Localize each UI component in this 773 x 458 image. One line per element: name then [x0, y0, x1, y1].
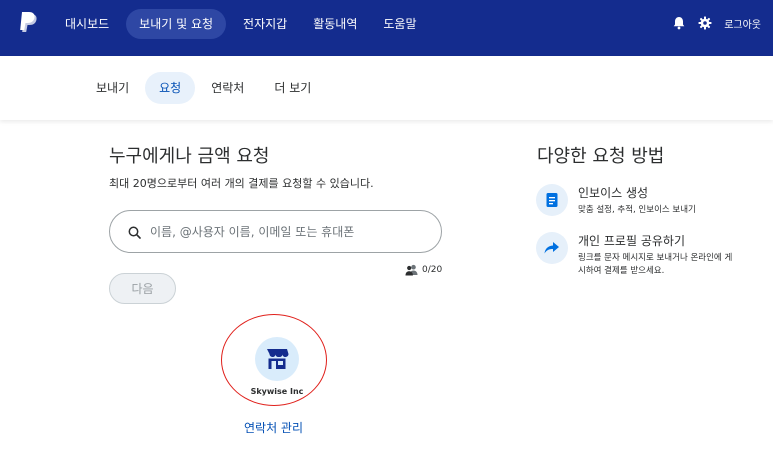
nav-activity[interactable]: 활동내역 — [300, 9, 370, 39]
option-label: 인보이스 생성 — [578, 186, 649, 200]
option-create-invoice[interactable]: 인보이스 생성 맞춤 설정, 추적, 인보이스 보내기 — [536, 184, 738, 217]
nav-wallet[interactable]: 전자지갑 — [230, 9, 300, 39]
search-icon — [128, 226, 141, 239]
tab-request[interactable]: 요청 — [145, 72, 196, 104]
tab-contacts[interactable]: 연락처 — [197, 72, 258, 104]
share-icon-circle — [536, 232, 568, 264]
invoice-icon — [546, 193, 558, 207]
sub-navigation: 보내기 요청 연락처 더 보기 — [0, 56, 773, 120]
option-description: 맞춤 설정, 추적, 인보이스 보내기 — [578, 205, 696, 215]
recipient-counter: 0/20 — [405, 264, 442, 276]
gear-icon[interactable] — [698, 16, 712, 30]
recipient-search-input[interactable] — [150, 221, 430, 243]
option-label: 개인 프로필 공유하기 — [578, 234, 685, 248]
nav-send-request[interactable]: 보내기 및 요청 — [126, 9, 227, 39]
top-navigation-bar: 대시보드 보내기 및 요청 전자지갑 활동내역 도움말 로그아웃 — [0, 0, 773, 56]
page-title: 누구에게나 금액 요청 — [109, 146, 270, 167]
option-share-profile[interactable]: 개인 프로필 공유하기 링크를 문자 메시지로 보내거나 온라인에 게시하여 결… — [536, 232, 738, 278]
recipient-count: 0/20 — [422, 265, 443, 275]
bell-icon[interactable] — [672, 16, 686, 30]
page-subtitle: 최대 20명으로부터 여러 개의 결제를 요청할 수 있습니다. — [109, 177, 374, 190]
side-title: 다양한 요청 방법 — [537, 146, 665, 167]
next-button[interactable]: 다음 — [109, 273, 176, 304]
paypal-logo-icon[interactable] — [19, 12, 39, 36]
main-nav: 대시보드 보내기 및 요청 전자지갑 활동내역 도움말 — [52, 9, 430, 39]
nav-help[interactable]: 도움말 — [370, 9, 429, 39]
recipient-search-box[interactable] — [109, 210, 442, 253]
tab-more[interactable]: 더 보기 — [260, 72, 325, 104]
people-icon — [405, 264, 418, 276]
share-arrow-icon — [544, 242, 559, 254]
tab-send[interactable]: 보내기 — [82, 72, 143, 104]
annotation-circle — [221, 314, 327, 406]
nav-dashboard[interactable]: 대시보드 — [52, 9, 122, 39]
manage-contacts-link[interactable]: 연락처 관리 — [244, 419, 303, 436]
header-actions: 로그아웃 — [672, 14, 761, 32]
invoice-icon-circle — [536, 184, 568, 216]
option-description: 링크를 문자 메시지로 보내거나 온라인에 게시하여 결제를 받으세요. — [578, 253, 733, 276]
logout-link[interactable]: 로그아웃 — [724, 16, 761, 31]
